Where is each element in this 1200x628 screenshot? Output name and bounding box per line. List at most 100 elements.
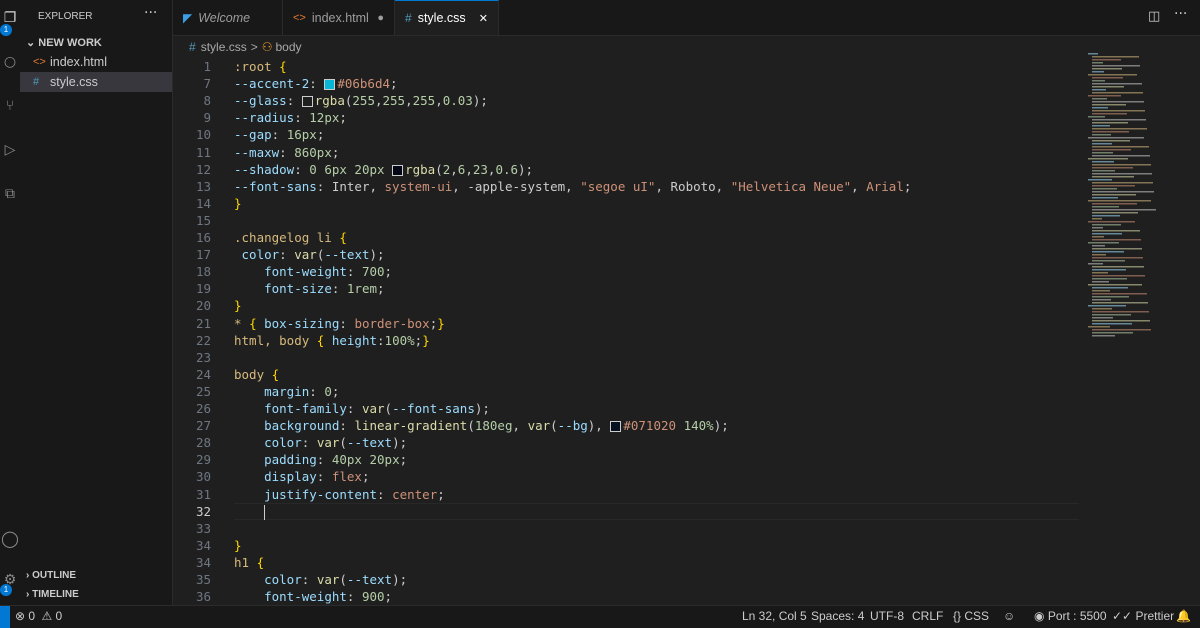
minimap-line [1092,236,1104,238]
minimap-line [1092,65,1140,67]
code-line[interactable]: 36 font-weight: 900; [173,588,1088,605]
code-line[interactable]: 1:root { [173,58,1088,75]
code-line[interactable]: 34} [173,537,1088,554]
code-line[interactable]: 28 color: var(--text); [173,434,1088,451]
code-line[interactable]: 29 padding: 40px 20px; [173,451,1088,468]
error-icon: ⊗ [15,609,26,623]
tab-index-html[interactable]: <> index.html ● [283,0,395,35]
code-line[interactable]: 22 html, body { height:100%;} [173,332,1088,349]
run-debug-icon[interactable]: ▷ [0,140,20,160]
modified-dot-icon[interactable]: ● [377,12,384,24]
code-line[interactable]: 21 * { box-sizing: border-box;} [173,315,1088,332]
code-line[interactable]: 17 color: var(--text); [173,246,1088,263]
code-line[interactable]: 8 --glass: rgba(255,255,255,0.03); [173,92,1088,109]
code-line[interactable]: 14} [173,195,1088,212]
code-line[interactable]: 35 color: var(--text); [173,571,1088,588]
account-icon[interactable]: ◯ [0,528,20,548]
html-file-icon: <> [33,56,46,68]
code-line[interactable]: 30 display: flex; [173,468,1088,485]
remote-indicator[interactable] [0,606,10,628]
extensions-icon[interactable]: ⧉ [0,184,20,204]
line-number: 13 [195,178,211,194]
braces-icon: {} [953,609,962,623]
source-control-icon[interactable]: ⑂ [0,96,20,116]
code-line[interactable]: 32 [173,502,1088,520]
cursor-position[interactable]: Ln 32, Col 5 [742,609,807,623]
code-line[interactable]: 19 font-size: 1rem; [173,280,1088,297]
minimap-line [1092,185,1135,187]
prettier-label: Prettier [1135,609,1175,623]
minimap-line [1092,272,1108,274]
code-text: color: var(--text); [264,435,408,451]
code-line[interactable]: 27 background: linear-gradient(180eg, va… [173,417,1088,434]
activity-bar: ❐ 1 ○ ⑂ ▷ ⧉ ◯ ⚙ 1 [0,0,21,605]
file-index-html[interactable]: <> index.html [20,52,172,72]
close-icon[interactable]: ✕ [479,12,488,25]
breadcrumb-file[interactable]: style.css [201,40,247,54]
tab-style-css[interactable]: # style.css ✕ [395,0,499,35]
minimap-line [1092,230,1140,232]
code-line[interactable]: 12 --shadow: 0 6px 20px rgba(2,6,23,0.6); [173,161,1088,178]
end-of-line[interactable]: CRLF [912,609,943,623]
code-text: --glass: rgba(255,255,255,0.03); [234,93,488,109]
more-actions-icon[interactable]: ··· [144,5,157,21]
code-line[interactable]: 9 --radius: 12px; [173,109,1088,126]
code-line[interactable]: 31 justify-content: center; [173,486,1088,503]
code-line[interactable]: 7 --accent-2: #06b6d4; [173,75,1088,92]
code-text: padding: 40px 20px; [264,452,408,468]
minimap-line [1092,224,1121,226]
copilot-icon[interactable]: ☺ [1003,609,1015,623]
folder-new-work[interactable]: ⌄ NEW WORK [26,36,102,49]
code-line[interactable]: 33 [173,520,1088,537]
code-text: background: linear-gradient(180eg, var(-… [264,418,729,434]
code-text: .changelog li { [234,230,347,245]
code-text: color: var(--text); [241,247,385,263]
code-line[interactable]: 11 --maxw: 860px; [173,144,1088,161]
minimap-line [1088,221,1135,223]
file-style-css[interactable]: # style.css [20,72,172,92]
broadcast-icon: ◉ [1034,609,1045,623]
live-server-port[interactable]: ◉ Port : 5500 [1034,609,1107,623]
notifications-bell-icon[interactable]: 🔔 [1176,609,1191,623]
minimap-line [1092,332,1133,334]
line-number: 23 [195,349,211,365]
minimap-line [1088,305,1126,307]
more-actions-icon[interactable]: ··· [1174,6,1187,22]
minimap-line [1092,251,1124,253]
split-editor-icon[interactable]: ◫ [1148,9,1160,24]
code-text: } [234,298,242,314]
code-line[interactable]: 34 h1 { [173,554,1088,571]
code-line[interactable]: 15 [173,212,1088,229]
minimap-line [1092,269,1126,271]
tab-label: Welcome [198,10,251,25]
folder-label: NEW WORK [38,37,102,49]
outline-section[interactable]: › OUTLINE [26,570,76,581]
minimap-line [1088,137,1144,139]
code-line[interactable]: 13 --font-sans: Inter, system-ui, -apple-… [173,178,1088,195]
search-icon[interactable]: ○ [0,52,20,72]
indentation[interactable]: Spaces: 4 [811,609,864,623]
code-line[interactable]: 23 [173,349,1088,366]
language-mode[interactable]: {} CSS [953,609,989,623]
minimap-line [1092,191,1154,193]
problems-status[interactable]: ⊗ 0 ⚠ 0 [15,609,62,623]
breadcrumb-symbol[interactable]: body [275,40,301,54]
minimap[interactable] [1088,49,1200,605]
code-line[interactable]: 16 .changelog li { [173,229,1088,246]
tab-welcome[interactable]: ◤ Welcome [173,0,283,35]
code-line[interactable]: 10 --gap: 16px; [173,126,1088,143]
minimap-line [1092,89,1106,91]
minimap-line [1092,173,1152,175]
code-line[interactable]: 20} [173,297,1088,314]
timeline-label: TIMELINE [32,589,79,600]
code-line[interactable]: 26 font-family: var(--font-sans); [173,400,1088,417]
chevron-right-icon: › [26,570,30,581]
prettier-status[interactable]: ✓✓ Prettier [1112,609,1174,623]
timeline-section[interactable]: › TIMELINE [26,589,79,600]
code-line[interactable]: 25 margin: 0; [173,383,1088,400]
encoding[interactable]: UTF-8 [870,609,904,623]
minimap-line [1092,302,1148,304]
code-editor[interactable]: 1:root {7 --accent-2: #06b6d4; 8 --glass: r… [173,58,1088,605]
code-line[interactable]: 24 body { [173,366,1088,383]
code-line[interactable]: 18 font-weight: 700; [173,263,1088,280]
